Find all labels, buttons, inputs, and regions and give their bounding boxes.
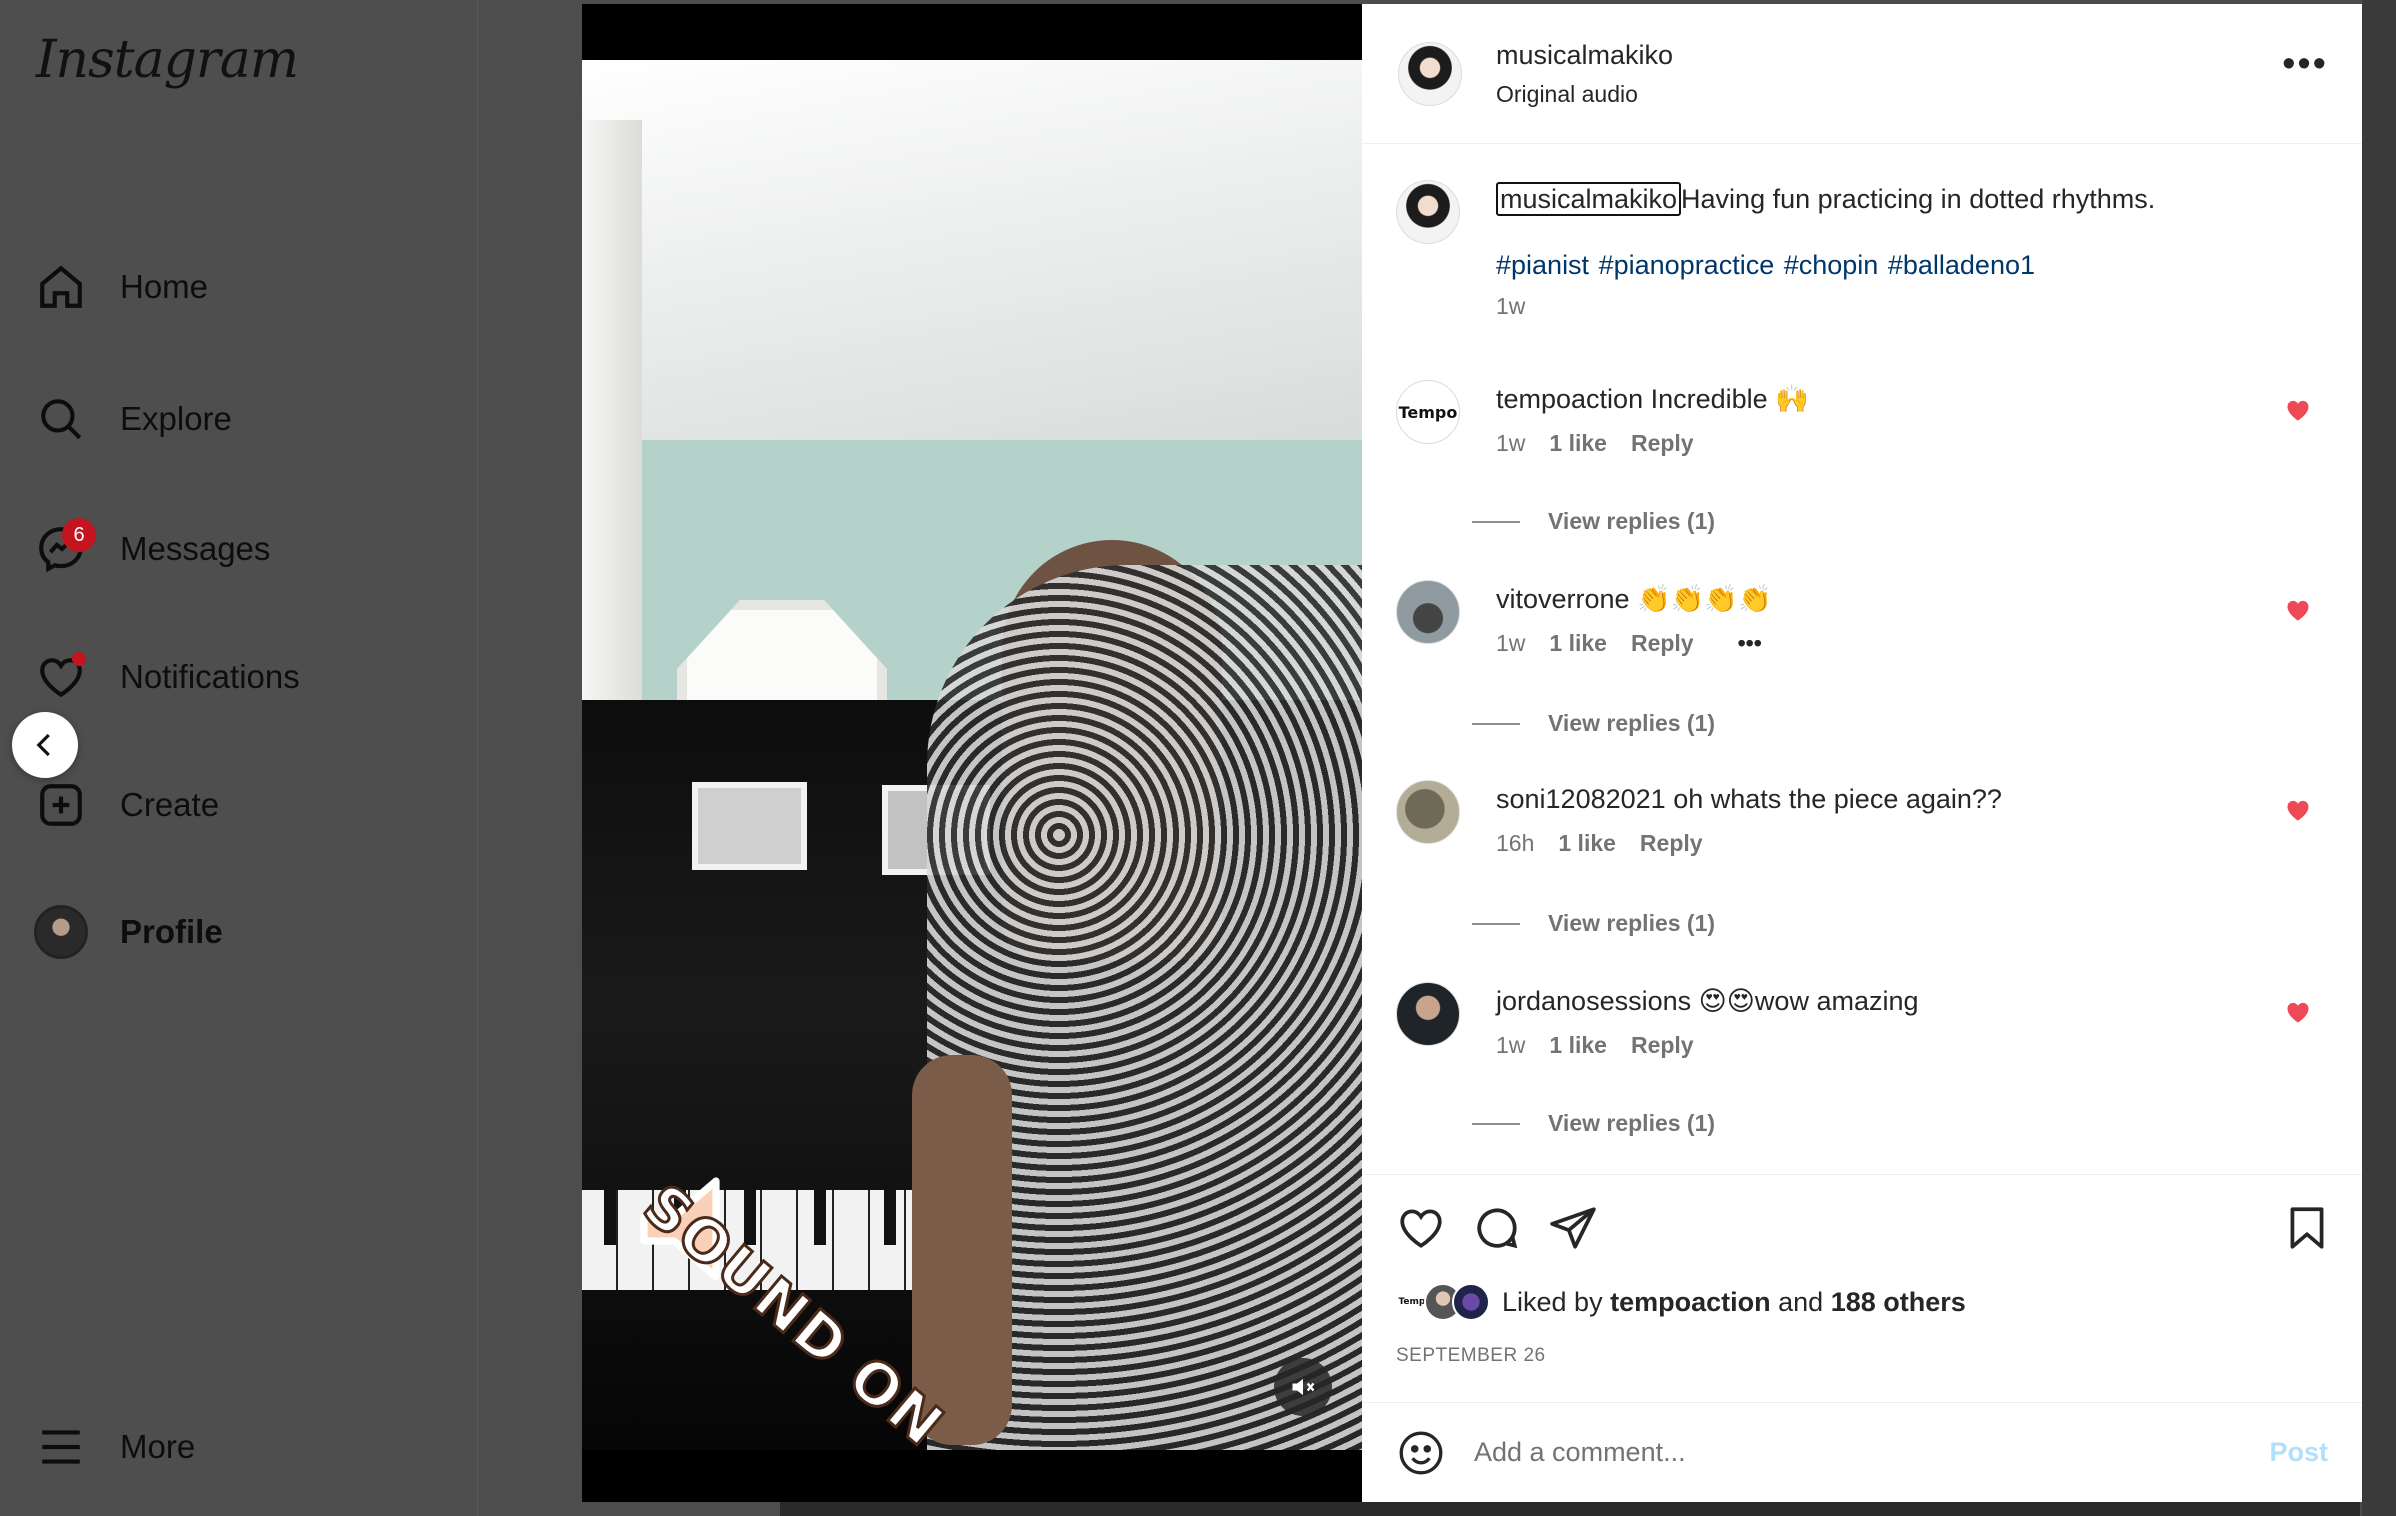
reply-button[interactable]: Reply <box>1631 430 1694 457</box>
commenter-avatar[interactable] <box>1396 580 1460 644</box>
reply-button[interactable]: Reply <box>1640 830 1703 857</box>
comment-likes[interactable]: 1 like <box>1549 630 1607 657</box>
sidebar-item-label: Messages <box>120 530 271 567</box>
chevron-left-icon <box>36 733 50 757</box>
hashtag-link[interactable]: #chopin <box>1784 250 1879 280</box>
comment-input[interactable] <box>1474 1437 2270 1468</box>
liker-avatar <box>1452 1283 1490 1321</box>
author-avatar[interactable] <box>1396 180 1460 244</box>
sidebar-item-label: More <box>120 1428 196 1465</box>
post-comment-button[interactable]: Post <box>2269 1437 2328 1468</box>
mute-toggle-button[interactable] <box>1274 1358 1332 1416</box>
comment-likes[interactable]: 1 like <box>1549 1032 1607 1059</box>
commenter-avatar[interactable] <box>1396 982 1460 1046</box>
sidebar-item-more[interactable]: More <box>34 1412 195 1482</box>
view-replies-button[interactable]: View replies (1) <box>1472 508 1715 535</box>
liked-heart-icon[interactable] <box>2284 596 2312 624</box>
create-icon <box>34 778 88 832</box>
comment-username[interactable]: vitoverrone <box>1496 584 1630 614</box>
comment-username[interactable]: jordanosessions <box>1496 986 1691 1016</box>
commenter-avatar[interactable]: Tempo <box>1396 380 1460 444</box>
post-details-panel: musicalmakiko Original audio ••• musical… <box>1362 4 2362 1502</box>
sidebar-item-home[interactable]: Home <box>34 252 208 322</box>
messenger-icon: 6 <box>34 518 96 576</box>
liked-heart-icon[interactable] <box>2284 396 2312 424</box>
author-username[interactable]: musicalmakiko <box>1496 40 1673 71</box>
comment-time: 1w <box>1496 430 1526 456</box>
like-heart-icon[interactable] <box>1396 1203 1446 1253</box>
post-date[interactable]: SEPTEMBER 26 <box>1396 1345 1546 1367</box>
audio-label[interactable]: Original audio <box>1496 81 1673 108</box>
comment-likes[interactable]: 1 like <box>1549 430 1607 457</box>
background-feed <box>2362 0 2396 1516</box>
likes-prefix: Liked by <box>1502 1286 1603 1317</box>
caption-text: Having fun practicing in dotted rhythms. <box>1681 184 2156 214</box>
sidebar-item-label: Profile <box>120 913 223 950</box>
sidebar-item-label: Home <box>120 268 209 305</box>
sidebar-item-create[interactable]: Create <box>34 770 219 840</box>
commenter-avatar[interactable] <box>1396 780 1460 844</box>
menu-icon <box>34 1420 88 1474</box>
comment-icon[interactable] <box>1472 1203 1522 1253</box>
sidebar-item-label: Create <box>120 786 220 823</box>
comment-username[interactable]: tempoaction <box>1496 384 1643 414</box>
comment-text: Incredible 🙌 <box>1650 384 1809 414</box>
comment-time: 1w <box>1496 630 1526 656</box>
comment-text: 😍😍wow amazing <box>1698 986 1919 1016</box>
avatar <box>34 905 88 959</box>
home-icon <box>34 260 88 314</box>
liker-avatars: Tempo <box>1396 1283 1490 1321</box>
view-replies-button[interactable]: View replies (1) <box>1472 910 1715 937</box>
hashtag-link[interactable]: #pianist <box>1496 250 1589 280</box>
sidebar-item-label: Explore <box>120 400 232 437</box>
comment-text: 👏👏👏👏 <box>1637 584 1772 614</box>
view-replies-button[interactable]: View replies (1) <box>1472 1110 1715 1137</box>
sidebar-item-profile[interactable]: Profile <box>34 897 223 967</box>
liked-heart-icon[interactable] <box>2284 796 2312 824</box>
author-avatar[interactable] <box>1398 41 1462 106</box>
instagram-logo[interactable]: Instagram <box>36 30 299 90</box>
messages-badge: 6 <box>62 518 96 552</box>
hashtags: #pianist #pianopractice #chopin #ballade… <box>1496 250 2296 281</box>
liked-heart-icon[interactable] <box>2284 998 2312 1026</box>
comment-options-button[interactable]: ••• <box>1738 630 1762 657</box>
post-header: musicalmakiko Original audio ••• <box>1362 4 2362 144</box>
sidebar-item-notifications[interactable]: Notifications <box>34 642 300 712</box>
comment-time: 16h <box>1496 830 1535 856</box>
comment-username[interactable]: soni12082021 <box>1496 784 1666 814</box>
reply-button[interactable]: Reply <box>1631 630 1694 657</box>
comment-text: oh whats the piece again?? <box>1673 784 2002 814</box>
previous-post-button[interactable] <box>12 712 78 778</box>
hashtag-link[interactable]: #balladeno1 <box>1888 250 2035 280</box>
comment-likes[interactable]: 1 like <box>1558 830 1616 857</box>
bookmark-icon[interactable] <box>2282 1203 2332 1253</box>
likes-others-link[interactable]: 188 others <box>1831 1287 1966 1318</box>
search-icon <box>34 392 88 446</box>
background-feed <box>780 1500 2360 1516</box>
sidebar-item-explore[interactable]: Explore <box>34 384 232 454</box>
share-icon[interactable] <box>1548 1203 1598 1253</box>
caption-username[interactable]: musicalmakiko <box>1496 182 1682 216</box>
reply-button[interactable]: Reply <box>1631 1032 1694 1059</box>
post-actions: Tempo Liked by tempoaction and 188 other… <box>1362 1174 2362 1402</box>
comment-time: 1w <box>1496 1032 1526 1058</box>
muted-speaker-icon <box>1292 1378 1315 1396</box>
sidebar-item-messages[interactable]: 6 Messages <box>34 514 270 584</box>
emoji-icon[interactable] <box>1396 1428 1446 1478</box>
video-player[interactable]: SOUND ON <box>582 4 1362 1502</box>
likes-summary: Tempo Liked by tempoaction and 188 other… <box>1396 1283 1966 1321</box>
comments-list[interactable]: musicalmakiko Having fun practicing in do… <box>1362 144 2362 1174</box>
heart-icon <box>34 650 88 704</box>
sidebar-item-label: Notifications <box>120 658 300 695</box>
more-options-button[interactable]: ••• <box>2282 45 2328 83</box>
caption-time: 1w <box>1496 293 1526 319</box>
notification-dot <box>72 652 86 666</box>
liked-by-username[interactable]: tempoaction <box>1610 1287 1771 1318</box>
view-replies-button[interactable]: View replies (1) <box>1472 710 1715 737</box>
hashtag-link[interactable]: #pianopractice <box>1599 250 1775 280</box>
add-comment-bar: Post <box>1362 1402 2362 1502</box>
